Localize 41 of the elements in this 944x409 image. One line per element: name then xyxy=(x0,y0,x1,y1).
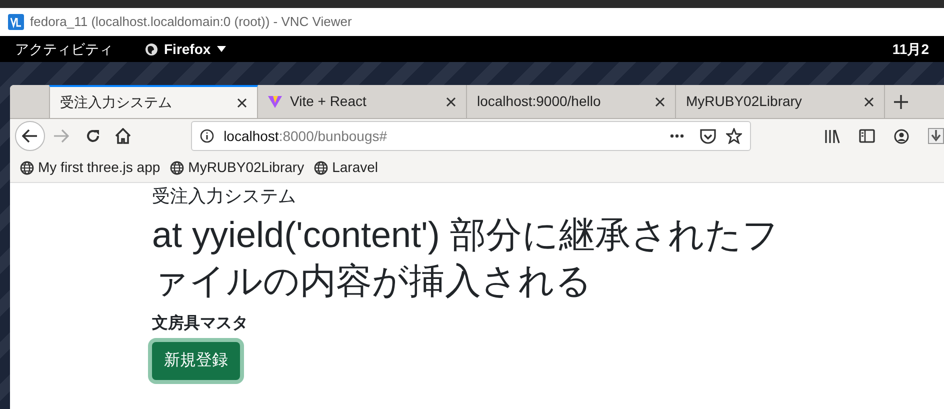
more-icon[interactable] xyxy=(670,134,684,138)
globe-icon xyxy=(20,160,34,174)
activities-button[interactable]: アクティビティ xyxy=(15,38,113,60)
app-icon xyxy=(8,14,24,30)
bookmark[interactable]: MyRUBY02Library xyxy=(170,157,304,178)
bookmark[interactable]: My first three.js app xyxy=(20,157,160,178)
star-icon[interactable] xyxy=(726,128,742,144)
firefox-icon xyxy=(145,42,158,56)
browser-tab[interactable]: 受注入力システム xyxy=(49,85,258,118)
browser-tab[interactable]: MyRUBY02Library xyxy=(676,85,885,118)
globe-icon xyxy=(314,160,328,174)
arrow-icon xyxy=(22,129,38,143)
info-icon xyxy=(200,129,214,143)
app-menu[interactable]: Firefox xyxy=(145,38,226,60)
close-icon[interactable] xyxy=(237,98,247,108)
page-heading: at yyield('content') 部分に継承されたファイルの内容が挿入される xyxy=(152,213,780,303)
browser-tab[interactable]: Vite + React xyxy=(258,85,467,118)
home-button[interactable] xyxy=(114,128,131,144)
account-icon[interactable] xyxy=(894,128,909,144)
new-registration-button[interactable]: 新規登録 xyxy=(152,342,240,380)
pocket-icon[interactable] xyxy=(700,128,716,144)
library-icon[interactable] xyxy=(824,128,840,144)
clock: 11月2 xyxy=(892,40,929,58)
reload-button[interactable] xyxy=(84,128,101,144)
close-icon[interactable] xyxy=(655,96,665,106)
triangle-icon xyxy=(268,95,282,108)
site-title: 受注入力システム xyxy=(152,185,296,208)
globe-icon xyxy=(170,160,184,174)
address-bar[interactable]: localhost:8000/bunbougs# xyxy=(190,121,751,151)
close-icon[interactable] xyxy=(864,96,874,106)
download-icon[interactable] xyxy=(928,128,944,144)
url-text: localhost:8000/bunbougs# xyxy=(224,126,388,146)
back-button[interactable] xyxy=(15,121,45,151)
caret-icon xyxy=(216,46,226,52)
close-icon[interactable] xyxy=(446,96,456,106)
window-title: fedora_11 (localhost.localdomain:0 (root)) - VNC Viewer xyxy=(30,13,352,32)
sidebar-icon[interactable] xyxy=(859,129,875,143)
bookmark[interactable]: Laravel xyxy=(314,157,378,178)
new-tab-icon[interactable] xyxy=(894,94,908,108)
section-title: 文房具マスタ xyxy=(152,313,248,334)
browser-tab[interactable]: localhost:9000/hello xyxy=(467,85,676,118)
